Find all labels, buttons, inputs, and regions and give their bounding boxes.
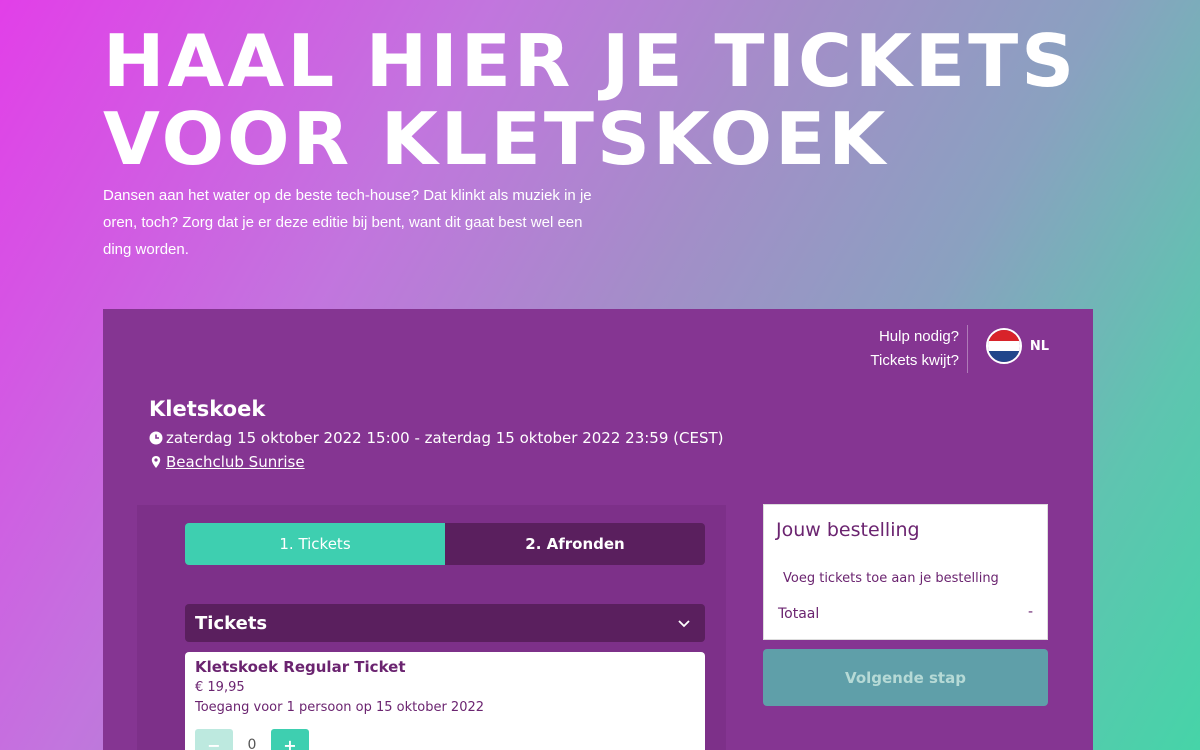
clock-icon xyxy=(149,431,163,445)
quantity-value: 0 xyxy=(247,737,257,750)
help-links: Hulp nodig? Tickets kwijt? xyxy=(870,325,968,373)
step-afronden[interactable]: 2. Afronden xyxy=(445,523,705,565)
ticket-price: € 19,95 xyxy=(195,680,245,695)
order-hint: Voeg tickets toe aan je bestelling xyxy=(783,571,999,586)
decrease-quantity-button[interactable]: − xyxy=(195,729,233,750)
ticket-widget: Hulp nodig? Tickets kwijt? NL Kletskoek … xyxy=(103,309,1093,750)
order-total-value: - xyxy=(1027,604,1033,620)
ticket-description: Toegang voor 1 persoon op 15 oktober 202… xyxy=(195,700,485,715)
step-tickets[interactable]: 1. Tickets xyxy=(185,523,445,565)
quantity-stepper: − 0 + xyxy=(195,729,695,750)
location-link[interactable]: Beachclub Sunrise xyxy=(166,453,305,471)
tickets-section-header[interactable]: Tickets xyxy=(185,604,705,642)
event-date: zaterdag 15 oktober 2022 15:00 - zaterda… xyxy=(149,429,723,447)
chevron-down-icon xyxy=(678,620,690,628)
language-switcher[interactable]: NL xyxy=(985,328,1049,364)
increase-quantity-button[interactable]: + xyxy=(271,729,309,750)
event-name: Kletskoek xyxy=(149,397,266,421)
title-line-2: VOOR KLETSKOEK xyxy=(103,97,889,181)
ticket-name: Kletskoek Regular Ticket xyxy=(195,658,406,676)
tickets-section-title: Tickets xyxy=(195,612,268,634)
checkout-steps: 1. Tickets 2. Afronden xyxy=(185,523,705,565)
netherlands-flag-icon xyxy=(985,328,1022,364)
page-title: HAAL HIER JE TICKETS VOOR KLETSKOEK xyxy=(103,22,1077,178)
help-link[interactable]: Hulp nodig? xyxy=(870,325,959,349)
title-line-1: HAAL HIER JE TICKETS xyxy=(103,19,1078,103)
order-summary: Jouw bestelling Voeg tickets toe aan je … xyxy=(763,504,1048,640)
next-step-button[interactable]: Volgende stap xyxy=(763,649,1048,706)
lost-tickets-link[interactable]: Tickets kwijt? xyxy=(870,349,959,373)
map-pin-icon xyxy=(151,456,161,468)
ticket-card: Kletskoek Regular Ticket € 19,95 Toegang… xyxy=(185,652,705,750)
order-total-label: Totaal xyxy=(778,606,820,622)
intro-text: Dansen aan het water op de beste tech-ho… xyxy=(103,187,592,258)
event-location: Beachclub Sunrise xyxy=(149,453,305,471)
event-date-text: zaterdag 15 oktober 2022 15:00 - zaterda… xyxy=(166,429,724,447)
order-title: Jouw bestelling xyxy=(776,519,920,541)
language-code: NL xyxy=(1029,338,1049,354)
